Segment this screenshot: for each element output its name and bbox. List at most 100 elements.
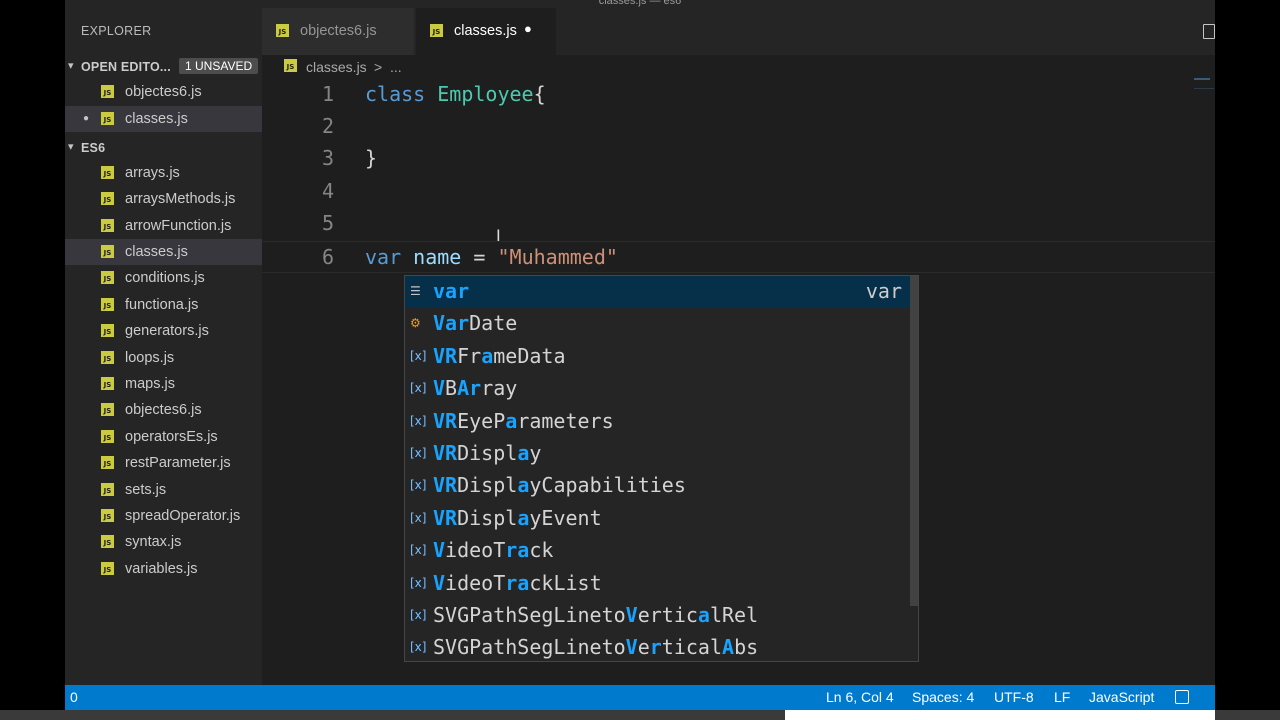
- js-file-icon: JS: [430, 24, 443, 37]
- file-item[interactable]: JS syntax.js: [65, 529, 262, 555]
- js-file-icon: JS: [101, 324, 114, 337]
- suggestion-detail: var: [865, 279, 902, 303]
- variable-icon: [x]: [410, 414, 427, 428]
- suggestion-label: VRDisplay: [433, 441, 542, 465]
- js-file-icon: JS: [101, 351, 114, 364]
- split-editor-icon[interactable]: [1203, 24, 1215, 39]
- js-file-icon: JS: [101, 112, 114, 125]
- js-file-icon: JS: [101, 483, 114, 496]
- open-editors-header[interactable]: ▾ OPEN EDITO... 1 UNSAVED: [65, 56, 262, 78]
- keyword-icon: ☰: [410, 284, 421, 298]
- file-item[interactable]: JS sets.js: [65, 477, 262, 503]
- suggestion-label: var: [433, 279, 470, 303]
- variable-icon: [x]: [410, 543, 427, 557]
- suggestion-item[interactable]: ⚙ VarDate: [405, 308, 910, 340]
- code-line: 5: [262, 208, 1215, 240]
- problems-count[interactable]: 0: [70, 689, 78, 705]
- screen-border-right: [1215, 0, 1280, 720]
- variable-icon: [x]: [410, 478, 427, 492]
- suggestion-item[interactable]: [x] VideoTrack: [405, 535, 910, 567]
- open-editor-item-objectes6[interactable]: JS objectes6.js: [65, 79, 262, 105]
- code-text: class Employee{: [365, 82, 546, 106]
- suggestion-item-selected[interactable]: ☰ var var: [405, 276, 910, 308]
- editor-tab-bar: JS objectes6.js JS classes.js ●: [262, 8, 1215, 55]
- breadcrumb-more[interactable]: ...: [390, 59, 402, 75]
- open-editor-item-classes[interactable]: ● JS classes.js: [65, 106, 262, 132]
- js-file-icon: JS: [101, 271, 114, 284]
- variable-icon: [x]: [410, 640, 427, 654]
- suggestion-scrollbar[interactable]: [910, 276, 918, 606]
- file-item[interactable]: JS functiona.js: [65, 292, 262, 318]
- file-item[interactable]: JS arraysMethods.js: [65, 186, 262, 212]
- file-item[interactable]: JS spreadOperator.js: [65, 503, 262, 529]
- file-item[interactable]: JS operatorsEs.js: [65, 424, 262, 450]
- explorer-title: EXPLORER: [81, 24, 152, 38]
- variable-icon: [x]: [410, 576, 427, 590]
- file-item[interactable]: JS generators.js: [65, 318, 262, 344]
- js-file-icon: JS: [101, 535, 114, 548]
- suggestion-item[interactable]: [x] VBArray: [405, 373, 910, 405]
- suggestion-item[interactable]: [x] VRDisplayCapabilities: [405, 470, 910, 502]
- variable-icon: [x]: [410, 511, 427, 525]
- tab-label: objectes6.js: [300, 23, 377, 39]
- tab-objectes6[interactable]: JS objectes6.js: [262, 8, 414, 55]
- suggestion-item[interactable]: [x] VRFrameData: [405, 341, 910, 373]
- line-number: 3: [321, 146, 334, 170]
- chevron-down-icon: ▾: [68, 141, 74, 153]
- breadcrumb-file[interactable]: classes.js: [306, 59, 367, 75]
- js-file-icon: JS: [101, 245, 114, 258]
- file-name: classes.js: [125, 244, 188, 260]
- unsaved-dot-icon[interactable]: ●: [83, 113, 89, 124]
- file-name: functiona.js: [125, 297, 199, 313]
- chevron-down-icon: ▾: [68, 60, 74, 72]
- js-file-icon: JS: [101, 456, 114, 469]
- js-file-icon: JS: [284, 59, 297, 72]
- variable-icon: [x]: [410, 608, 427, 622]
- file-name: variables.js: [125, 561, 198, 577]
- line-number: 6: [321, 245, 334, 269]
- suggestion-item[interactable]: [x] VREyeParameters: [405, 406, 910, 438]
- file-name: generators.js: [125, 323, 209, 339]
- line-number: 4: [321, 179, 334, 203]
- suggestion-item[interactable]: [x] VRDisplay: [405, 438, 910, 470]
- suggestion-item[interactable]: [x] VideoTrackList: [405, 568, 910, 600]
- file-item[interactable]: JS restParameter.js: [65, 450, 262, 476]
- suggestion-item[interactable]: [x] SVGPathSegLinetoVerticalAbs: [405, 632, 910, 661]
- breadcrumb-separator: >: [374, 59, 383, 75]
- file-name: objectes6.js: [125, 84, 202, 100]
- end-of-line[interactable]: LF: [1054, 689, 1070, 705]
- js-file-icon: JS: [101, 166, 114, 179]
- variable-icon: [x]: [410, 446, 427, 460]
- file-item-selected[interactable]: JS classes.js: [65, 239, 262, 265]
- window-title: classes.js — es6: [65, 0, 1215, 8]
- unsaved-badge: 1 UNSAVED: [179, 58, 259, 74]
- tab-classes[interactable]: JS classes.js ●: [416, 8, 556, 55]
- file-item[interactable]: JS loops.js: [65, 345, 262, 371]
- file-item[interactable]: JS conditions.js: [65, 265, 262, 291]
- autocomplete-suggestions[interactable]: ☰ var var ⚙ VarDate [x] VRFrameData [x] …: [404, 275, 919, 662]
- variable-icon: [x]: [410, 381, 427, 395]
- suggestion-label: VRDisplayCapabilities: [433, 473, 686, 497]
- js-file-icon: JS: [101, 403, 114, 416]
- file-item[interactable]: JS arrowFunction.js: [65, 213, 262, 239]
- file-item[interactable]: JS variables.js: [65, 556, 262, 582]
- status-bar: 0 Ln 6, Col 4 Spaces: 4 UTF-8 LF JavaScr…: [65, 685, 1215, 710]
- unsaved-dot-icon[interactable]: ●: [524, 21, 532, 36]
- tab-label: classes.js: [454, 23, 517, 39]
- indentation[interactable]: Spaces: 4: [912, 689, 974, 705]
- js-file-icon: JS: [101, 192, 114, 205]
- file-item[interactable]: JS objectes6.js: [65, 397, 262, 423]
- suggestion-item[interactable]: [x] VRDisplayEvent: [405, 503, 910, 535]
- feedback-icon[interactable]: [1175, 690, 1189, 704]
- file-item[interactable]: JS maps.js: [65, 371, 262, 397]
- encoding[interactable]: UTF-8: [994, 689, 1034, 705]
- folder-label: ES6: [81, 141, 106, 155]
- open-editors-label: OPEN EDITO...: [81, 60, 171, 74]
- suggestion-item[interactable]: [x] SVGPathSegLinetoVerticalRel: [405, 600, 910, 632]
- code-line: 2: [262, 111, 1215, 143]
- language-mode[interactable]: JavaScript: [1089, 689, 1154, 705]
- cursor-position[interactable]: Ln 6, Col 4: [826, 689, 894, 705]
- file-item[interactable]: JS arrays.js: [65, 160, 262, 186]
- folder-header-es6[interactable]: ▾ ES6: [65, 137, 262, 159]
- file-name: arrowFunction.js: [125, 218, 232, 234]
